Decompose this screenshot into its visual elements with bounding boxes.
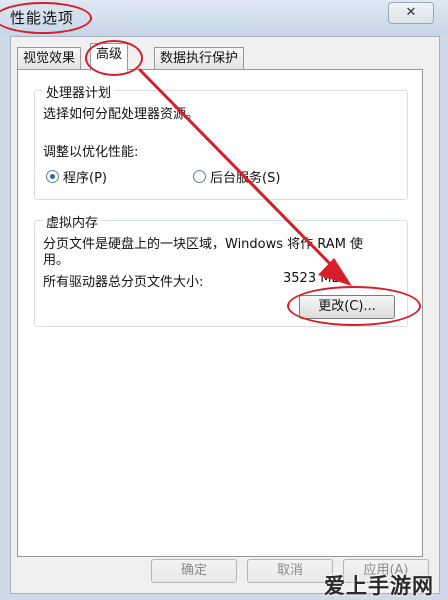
background-services-radio[interactable] <box>193 170 206 183</box>
tab-panel-advanced: 处理器计划 选择如何分配处理器资源。 调整以优化性能: 程序(P) 后台服务(S… <box>17 69 423 557</box>
programs-radio[interactable] <box>46 170 59 183</box>
close-icon: ✕ <box>405 5 417 20</box>
total-paging-size-value: 3523 MB <box>283 271 341 286</box>
virtual-memory-description-line1: 分页文件是硬盘上的一块区域，Windows 将作 RAM 使 <box>43 237 364 252</box>
tab-data-execution-prevention[interactable]: 数据执行保护 <box>154 47 245 70</box>
cancel-button[interactable]: 取消 <box>247 559 333 583</box>
ok-button[interactable]: 确定 <box>151 559 237 583</box>
watermark-logo: 爱上手游网 <box>324 574 434 598</box>
tab-visual-effects[interactable]: 视觉效果 <box>17 47 82 70</box>
total-paging-size-label: 所有驱动器总分页文件大小: <box>43 275 204 290</box>
adjust-performance-label: 调整以优化性能: <box>43 145 139 160</box>
virtual-memory-title: 虚拟内存 <box>43 212 102 231</box>
window-title: 性能选项 <box>10 9 75 27</box>
tab-advanced[interactable]: 高级 <box>90 43 129 71</box>
close-button[interactable]: ✕ <box>388 2 434 24</box>
change-virtual-memory-button[interactable]: 更改(C)... <box>299 295 395 319</box>
programs-radio-label[interactable]: 程序(P) <box>63 167 107 186</box>
virtual-memory-group: 虚拟内存 分页文件是硬盘上的一块区域，Windows 将作 RAM 使 用。 所… <box>34 212 408 327</box>
dialog-body: 视觉效果 高级 数据执行保护 处理器计划 选择如何分配处理器资源。 调整以优化性… <box>10 36 440 594</box>
title-bar: 性能选项 ✕ <box>0 0 448 36</box>
processor-scheduling-description: 选择如何分配处理器资源。 <box>43 107 200 122</box>
virtual-memory-description-line2: 用。 <box>43 253 70 268</box>
background-services-radio-label[interactable]: 后台服务(S) <box>210 167 280 186</box>
processor-scheduling-title: 处理器计划 <box>43 82 115 101</box>
processor-scheduling-group: 处理器计划 选择如何分配处理器资源。 调整以优化性能: 程序(P) 后台服务(S… <box>34 82 408 200</box>
